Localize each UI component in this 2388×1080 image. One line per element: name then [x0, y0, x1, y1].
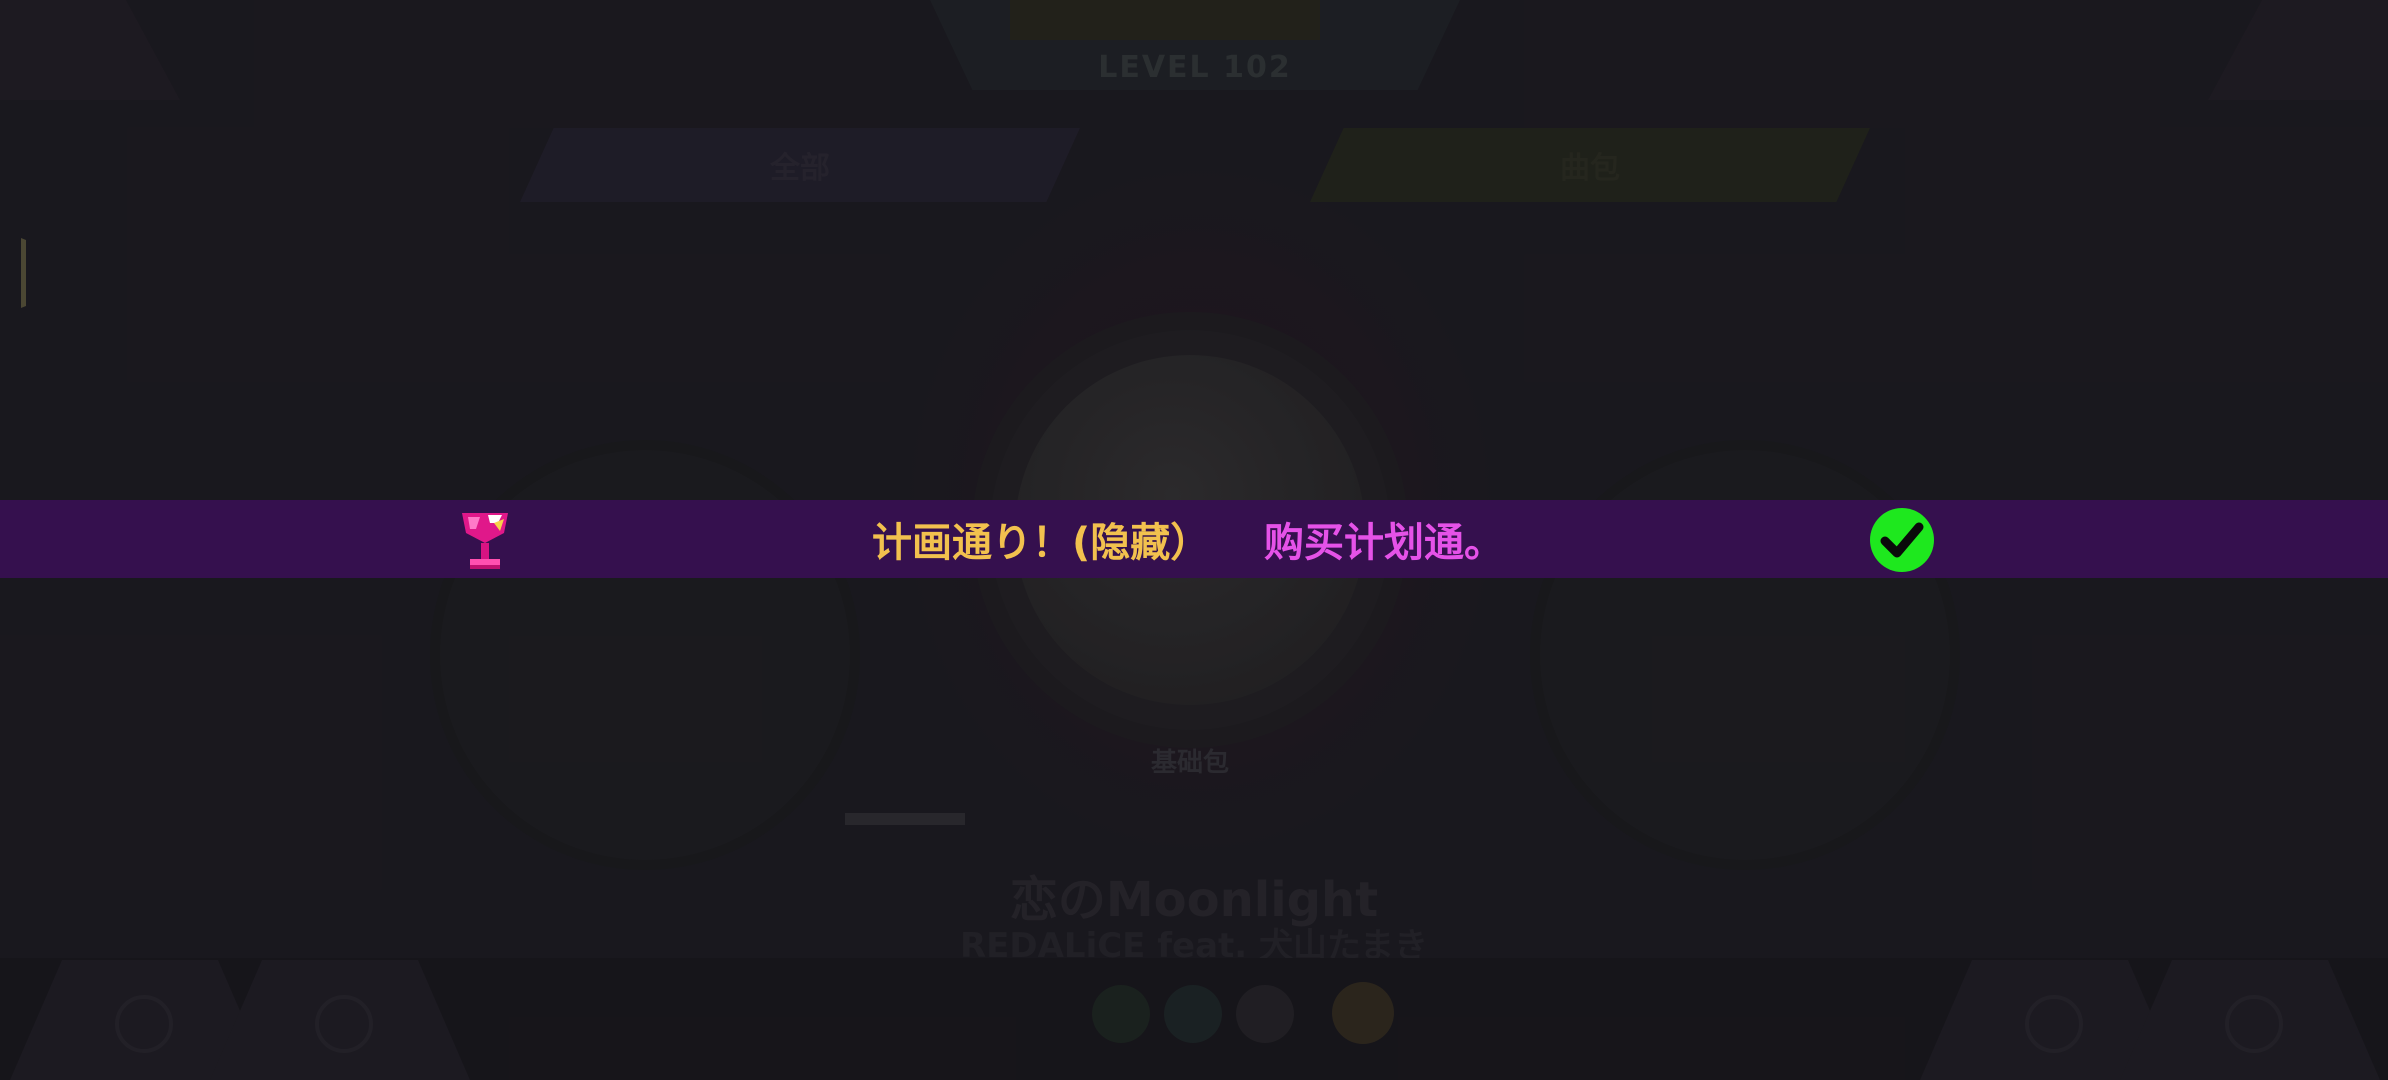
- checkmark-icon: [1870, 508, 1934, 572]
- achievement-description: 购买计划通。: [1264, 520, 1504, 566]
- trophy-icon: [462, 513, 508, 569]
- achievement-title: 计画通り！(隐藏）: [872, 520, 1211, 566]
